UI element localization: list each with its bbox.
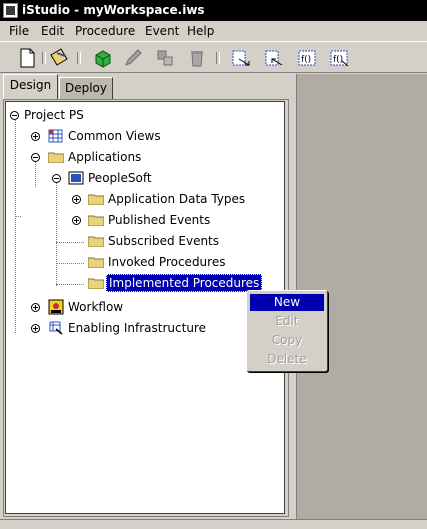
tree-label: Application Data Types [108, 192, 246, 206]
tree-label: Subscribed Events [108, 234, 220, 248]
project-tree: Project PS Common Views Applications Peo… [5, 101, 285, 514]
menu-bar: File Edit Procedure Event Help [0, 21, 427, 41]
title-bar: iStudio - myWorkspace.iws [0, 0, 427, 21]
export-icon[interactable] [230, 47, 252, 69]
tree-connector [15, 216, 21, 217]
folder-icon [88, 194, 104, 205]
folder-icon [88, 278, 104, 289]
tree-label: Invoked Procedures [108, 255, 226, 269]
new-document-icon[interactable] [16, 47, 38, 69]
delete-icon[interactable] [186, 47, 208, 69]
workflow-icon [48, 299, 64, 315]
menu-event[interactable]: Event [145, 24, 179, 38]
import-icon[interactable] [263, 47, 285, 69]
window-title: iStudio - myWorkspace.iws [22, 3, 205, 17]
tree-label: Applications [68, 150, 142, 164]
tree-connector [56, 263, 84, 264]
application-icon [68, 171, 84, 185]
menu-edit[interactable]: Edit [41, 24, 64, 38]
tree-label: Common Views [68, 129, 161, 143]
expand-icon[interactable] [31, 132, 40, 141]
tree-connector [56, 284, 84, 285]
collapse-icon[interactable] [10, 111, 19, 120]
edit-pencil-icon[interactable] [122, 47, 144, 69]
svg-text:f(): f() [301, 55, 311, 65]
tree-label: Enabling Infrastructure [68, 321, 206, 335]
expand-icon[interactable] [31, 324, 40, 333]
status-bar [0, 519, 427, 529]
folder-icon [48, 152, 64, 163]
tree-connector [56, 242, 84, 243]
infrastructure-icon [49, 321, 63, 335]
collapse-icon[interactable] [31, 153, 40, 162]
tab-design[interactable]: Design [3, 74, 58, 99]
context-menu-new[interactable]: New [250, 294, 324, 311]
views-grid-icon [48, 129, 63, 143]
toolbar-separator [42, 52, 46, 64]
function-export-icon[interactable]: f() [328, 47, 350, 69]
tab-deploy[interactable]: Deploy [59, 77, 113, 99]
folder-icon [88, 215, 104, 226]
context-menu-copy[interactable]: Copy [250, 332, 324, 349]
tree-label: Published Events [108, 213, 211, 227]
menu-procedure[interactable]: Procedure [75, 24, 135, 38]
tree-label: Workflow [68, 300, 124, 314]
tree-label: PeopleSoft [88, 171, 152, 185]
toolbar-separator [216, 52, 220, 64]
expand-icon[interactable] [72, 216, 81, 225]
folder-icon [88, 236, 104, 247]
function-icon[interactable]: f() [296, 47, 318, 69]
tree-connector [35, 162, 36, 187]
context-menu-delete[interactable]: Delete [250, 351, 324, 368]
tree-label-selected: Implemented Procedures [106, 274, 263, 292]
tree-connector [15, 120, 16, 333]
expand-icon[interactable] [31, 303, 40, 312]
tree-connector [56, 182, 57, 286]
svg-text:f(): f() [333, 55, 343, 65]
deploy-icon[interactable] [92, 47, 114, 69]
tree-label: Project PS [24, 108, 84, 122]
open-icon[interactable] [48, 47, 70, 69]
folder-icon [88, 257, 104, 268]
context-menu-edit[interactable]: Edit [250, 313, 324, 330]
menu-file[interactable]: File [9, 24, 29, 38]
context-menu: New Edit Copy Delete [246, 290, 328, 372]
expand-icon[interactable] [72, 195, 81, 204]
collapse-icon[interactable] [52, 174, 61, 183]
app-icon [3, 3, 18, 18]
toolbar: f() f() [0, 41, 427, 73]
copy-objects-icon[interactable] [154, 47, 176, 69]
toolbar-separator [77, 52, 81, 64]
menu-help[interactable]: Help [187, 24, 214, 38]
